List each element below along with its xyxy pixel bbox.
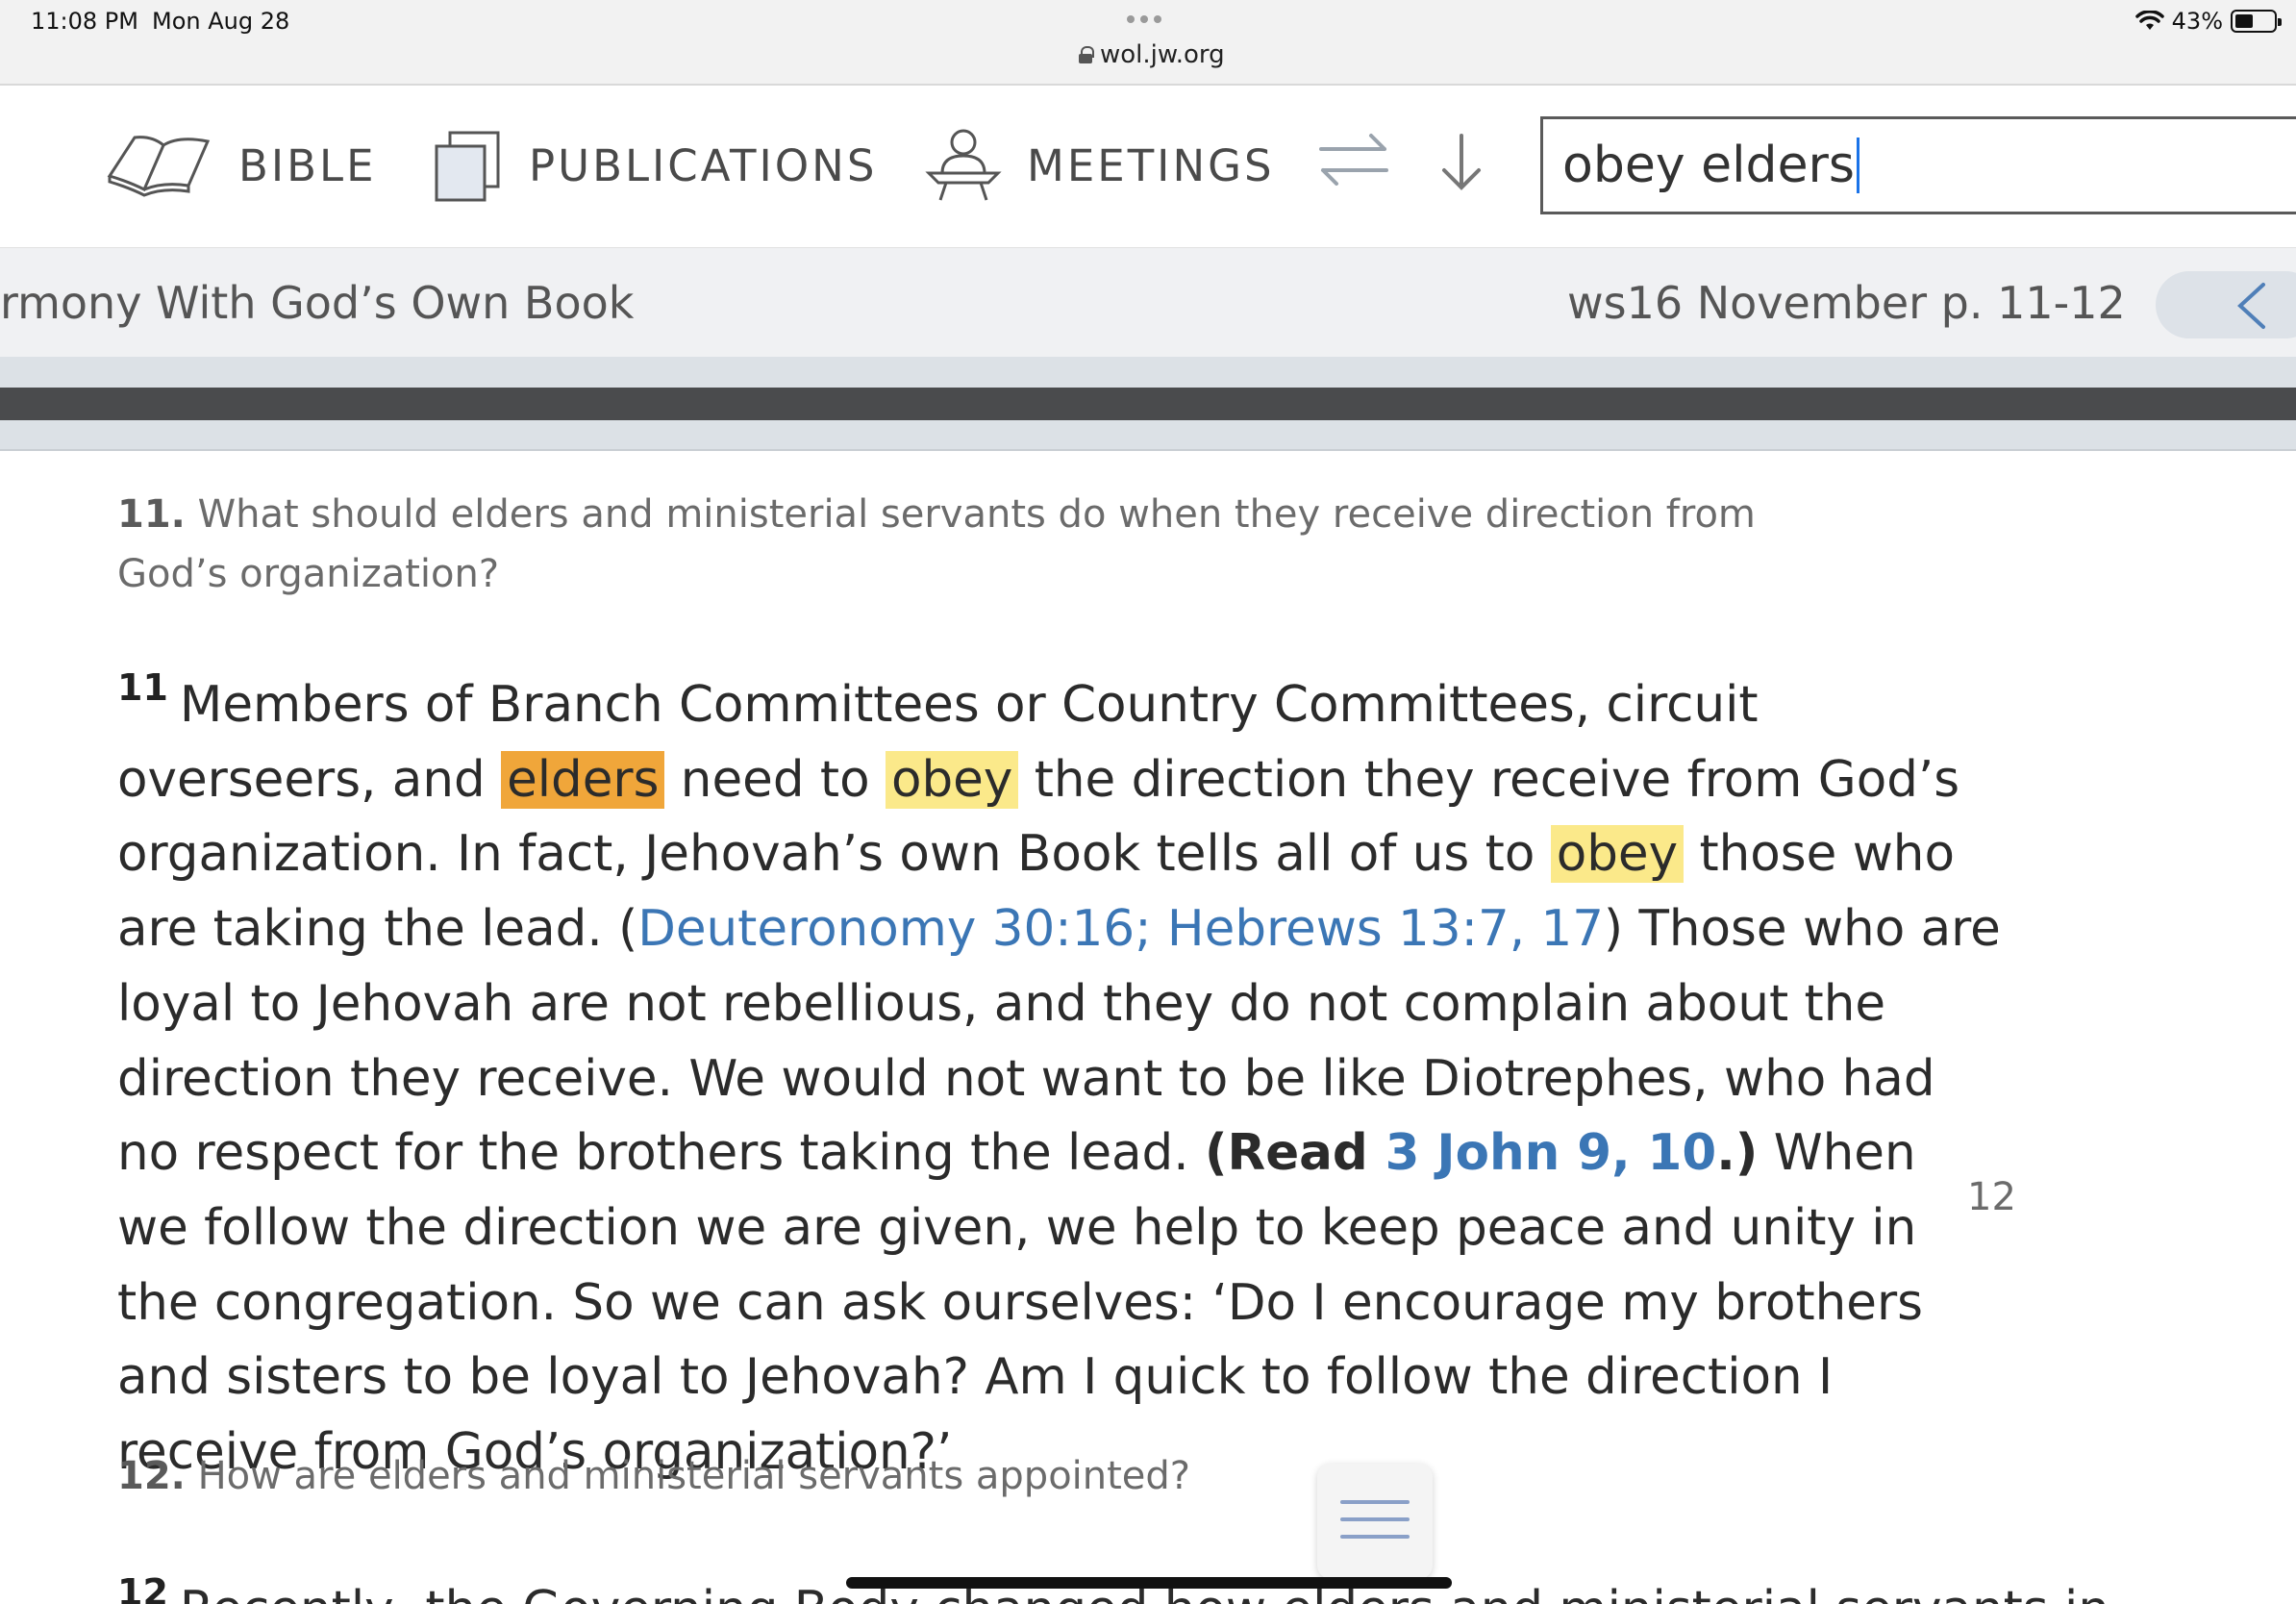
divider [0,420,2296,451]
hamburger-icon [1340,1517,1410,1521]
home-indicator[interactable] [846,1577,1452,1589]
search-input[interactable]: obey elders [1540,116,2296,214]
status-indicators: 43% [2134,8,2282,35]
divider-dark [0,388,2296,420]
nav-meetings[interactable]: MEETINGS [925,122,1275,209]
battery-icon [2231,10,2282,33]
read-instruction: (Read [1205,1124,1385,1183]
question-text: What should elders and ministerial serva… [117,492,1756,596]
question-text: How are elders and ministerial servants … [197,1454,1191,1498]
search-input-value: obey elders [1562,137,1856,194]
search-highlight-obey: obey [885,750,1019,809]
paragraph-11: 11 Members of Branch Committees or Countr… [117,651,2002,1491]
paragraph-text: need to [664,750,886,809]
status-date: Mon Aug 28 [152,8,290,35]
meetings-podium-icon [925,129,1002,201]
scripture-link[interactable]: Deuteronomy 30:16; Hebrews 13:7, 17 [637,900,1604,958]
chevron-left-icon [2237,283,2265,329]
nav-publications-label: PUBLICATIONS [529,139,878,191]
search-highlight-obey: obey [1550,825,1685,884]
publications-icon [435,131,500,202]
text-cursor [1857,138,1860,193]
nav-meetings-label: MEETINGS [1027,139,1275,191]
address-bar[interactable]: wol.jw.org [1079,40,1225,69]
read-instruction-close: .) [1716,1124,1759,1183]
hamburger-icon [1340,1535,1410,1539]
study-question-12: 12. How are elders and ministerial serva… [117,1446,1848,1506]
article-title[interactable]: rmony With God’s Own Book [0,277,634,329]
wifi-icon [2134,11,2164,30]
lock-icon [1079,46,1094,63]
question-number: 11. [117,492,186,537]
top-nav: BIBLE PUBLICATIONS MEETINGS obey elders [0,88,2296,247]
swap-arrows-icon[interactable] [1315,126,1392,193]
hamburger-icon [1340,1500,1410,1504]
previous-button[interactable] [2156,271,2296,338]
paragraph-number: 11 [117,666,168,709]
page-number-marker: 12 [1967,1175,2016,1219]
nav-bible[interactable]: BIBLE [106,122,377,209]
bible-book-icon [107,136,211,197]
menu-button[interactable] [1317,1464,1433,1579]
paragraph-number: 12 [117,1571,168,1604]
divider [0,357,2296,388]
nav-publications[interactable]: PUBLICATIONS [433,122,877,209]
url-text: wol.jw.org [1100,40,1225,69]
arrow-down-icon[interactable] [1438,132,1485,195]
read-scripture-link[interactable]: 3 John 9, 10 [1385,1124,1717,1182]
status-time: 11:08 PM [31,8,138,35]
more-dots-icon[interactable] [1127,15,1161,23]
publication-bar: rmony With God’s Own Book ws16 November … [0,247,2296,357]
question-number: 12. [117,1454,186,1498]
battery-percent: 43% [2171,8,2223,35]
nav-bible-label: BIBLE [238,139,377,191]
search-highlight-elders: elders [501,750,665,809]
study-question-11: 11. What should elders and ministerial s… [117,485,1848,604]
status-bar: 11:08 PM Mon Aug 28 wol.jw.org 43% [0,0,2296,86]
publication-reference[interactable]: ws16 November p. 11-12 [1567,277,2126,329]
